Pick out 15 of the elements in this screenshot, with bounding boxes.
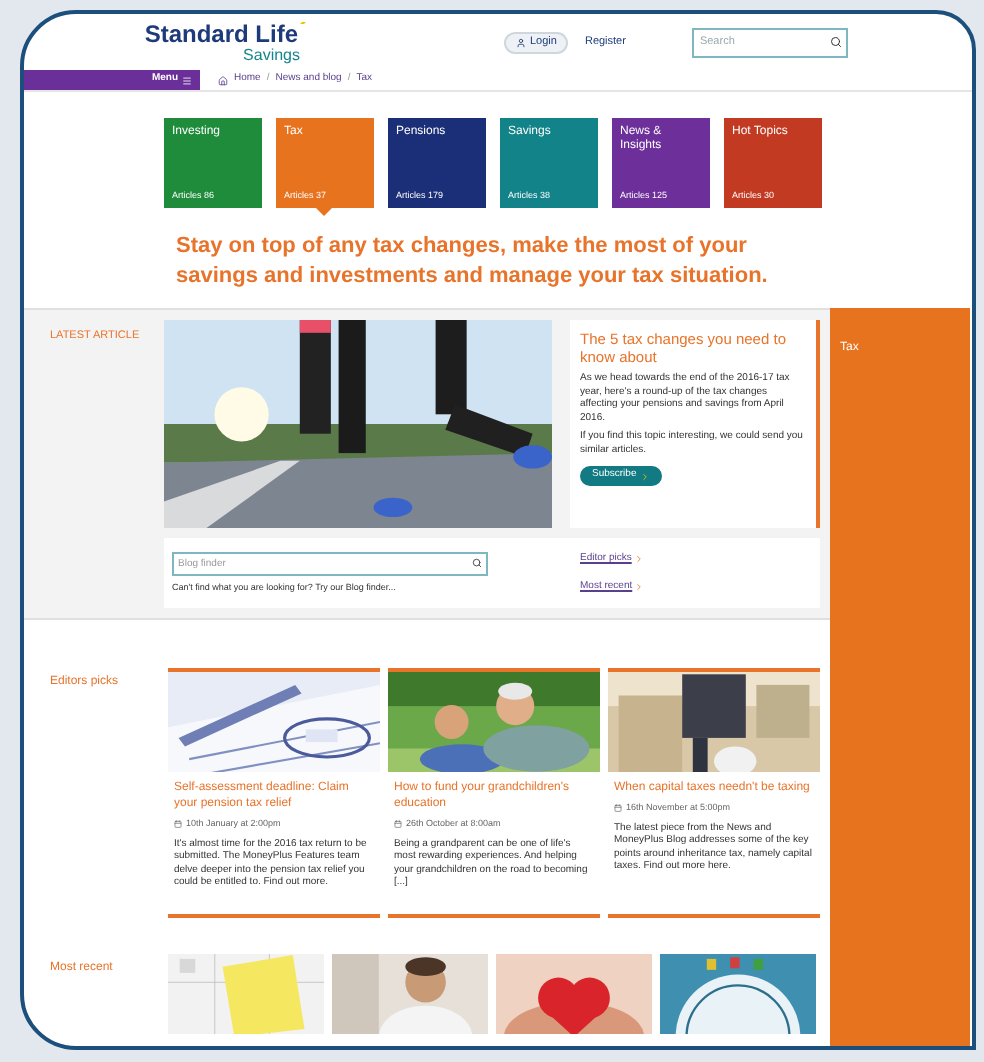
calendar-icon bbox=[394, 820, 402, 829]
menu-icon bbox=[182, 75, 192, 85]
search-icon[interactable] bbox=[829, 36, 842, 48]
logo-text[interactable]: Standard Life bbox=[144, 21, 298, 45]
logo-subtitle: Savings bbox=[243, 45, 300, 63]
chevron-right-icon bbox=[640, 471, 651, 481]
user-icon bbox=[516, 37, 526, 47]
calendar-icon bbox=[614, 804, 622, 813]
chevron-right-icon bbox=[634, 581, 645, 592]
calendar-icon bbox=[174, 820, 182, 829]
home-icon bbox=[218, 75, 228, 85]
pointer-arrow-icon bbox=[316, 208, 332, 216]
headline: Stay on top of any tax changes, make the most of your savings and investments and manage your tax situation. bbox=[176, 232, 770, 292]
search-icon[interactable] bbox=[472, 558, 482, 569]
chevron-right-icon bbox=[633, 554, 644, 565]
